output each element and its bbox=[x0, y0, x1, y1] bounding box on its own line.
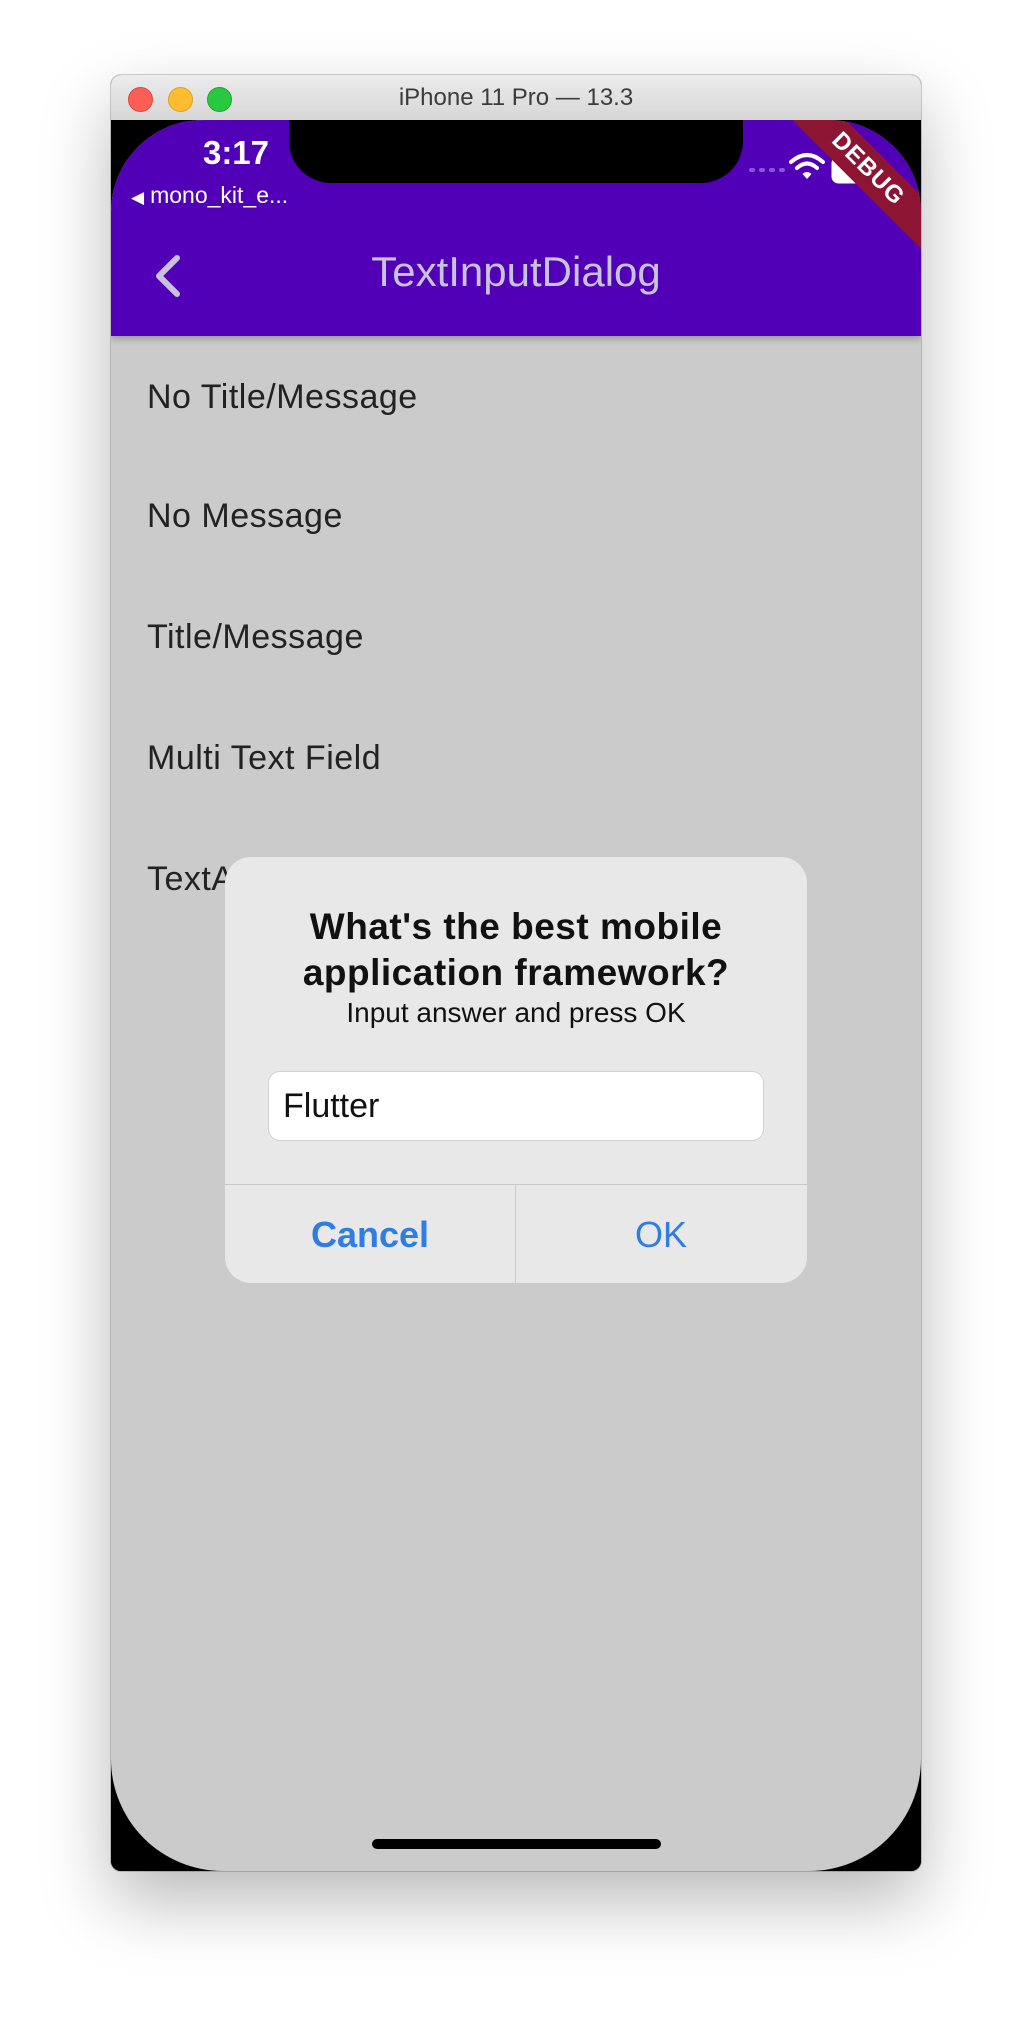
simulator-window: iPhone 11 Pro — 13.3 3:17 ◀ mono_kit_e... bbox=[111, 75, 921, 1871]
list-item-multi-text-field[interactable]: Multi Text Field bbox=[111, 698, 921, 819]
device-notch bbox=[289, 120, 743, 183]
window-title: iPhone 11 Pro — 13.3 bbox=[398, 84, 634, 111]
device-frame: 3:17 ◀ mono_kit_e... DEBUG TextInputDial… bbox=[111, 120, 921, 1871]
dialog-actions: Cancel OK bbox=[225, 1184, 807, 1283]
back-to-app-link[interactable]: ◀ mono_kit_e... bbox=[131, 182, 288, 209]
home-indicator[interactable] bbox=[372, 1839, 661, 1849]
cancel-button[interactable]: Cancel bbox=[225, 1185, 516, 1283]
app-bar: 3:17 ◀ mono_kit_e... DEBUG TextInputDial… bbox=[111, 120, 921, 336]
dialog-title-line2: application framework? bbox=[302, 952, 730, 993]
wifi-icon bbox=[789, 153, 825, 179]
text-input-dialog: What's the best mobile application frame… bbox=[225, 857, 807, 1283]
list-item-no-title-message[interactable]: No Title/Message bbox=[111, 336, 921, 456]
dialog-message: Input answer and press OK bbox=[346, 997, 686, 1028]
answer-input[interactable]: Flutter bbox=[268, 1071, 764, 1141]
back-triangle-icon: ◀ bbox=[131, 188, 145, 207]
cellular-signal-icon bbox=[749, 168, 785, 172]
back-app-label: mono_kit_e... bbox=[150, 182, 289, 208]
status-time: 3:17 bbox=[202, 134, 270, 171]
list-item-no-message[interactable]: No Message bbox=[111, 456, 921, 577]
dialog-title-line1: What's the best mobile bbox=[309, 906, 723, 947]
page-title: TextInputDialog bbox=[371, 248, 661, 295]
list-item-title-message[interactable]: Title/Message bbox=[111, 577, 921, 698]
window-titlebar: iPhone 11 Pro — 13.3 bbox=[111, 75, 921, 121]
phone-screen: 3:17 ◀ mono_kit_e... DEBUG TextInputDial… bbox=[111, 120, 921, 1871]
debug-banner: DEBUG bbox=[773, 120, 921, 264]
ok-button[interactable]: OK bbox=[516, 1185, 806, 1283]
options-list: No Title/Message No Message Title/Messag… bbox=[111, 336, 921, 940]
dialog-title: What's the best mobile application frame… bbox=[225, 904, 807, 996]
